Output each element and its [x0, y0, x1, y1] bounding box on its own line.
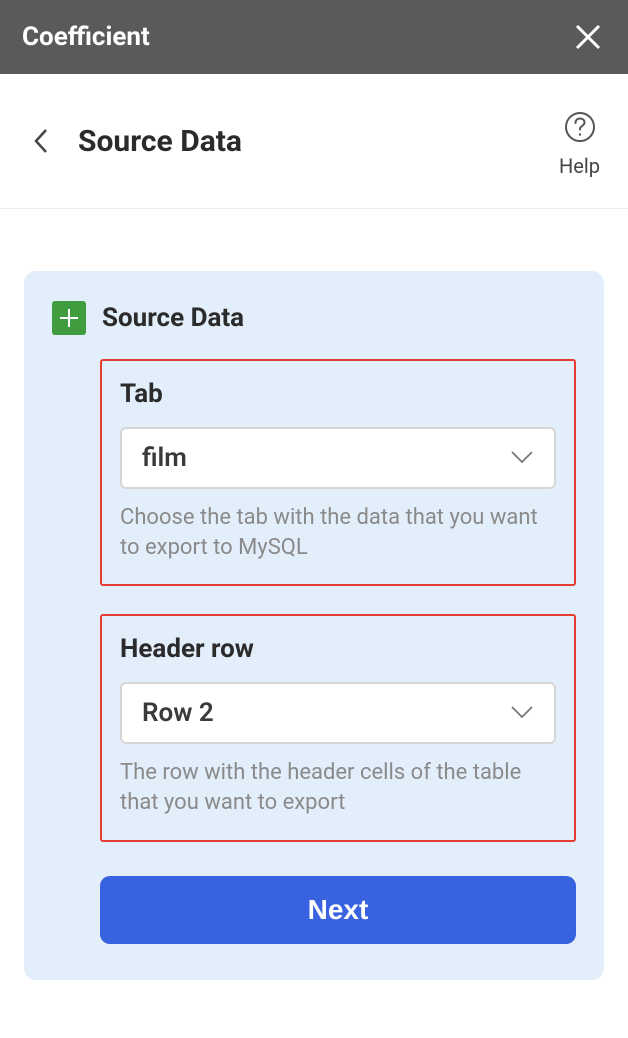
close-button[interactable]	[570, 19, 606, 55]
tab-field-group: Tab film Choose the tab with the data th…	[100, 359, 576, 586]
source-data-card: Source Data Tab film Choose the tab with…	[24, 271, 604, 980]
header-row-field-group: Header row Row 2 The row with the header…	[100, 614, 576, 841]
titlebar: Coefficient	[0, 0, 628, 74]
help-button[interactable]: Help	[559, 110, 600, 178]
close-icon	[574, 23, 602, 51]
app-name: Coefficient	[22, 22, 150, 52]
header-row-field-label: Header row	[120, 634, 556, 664]
chevron-down-icon	[510, 704, 534, 723]
tab-field-helper: Choose the tab with the data that you wa…	[120, 503, 556, 562]
spreadsheet-icon	[52, 301, 86, 335]
page-header-left: Source Data	[28, 124, 242, 159]
card-title: Source Data	[102, 303, 244, 333]
chevron-down-icon	[510, 449, 534, 468]
help-label: Help	[559, 154, 600, 178]
back-button[interactable]	[28, 128, 54, 154]
tab-select[interactable]: film	[120, 427, 556, 489]
next-button[interactable]: Next	[100, 876, 576, 944]
page-title: Source Data	[78, 124, 242, 159]
header-row-select[interactable]: Row 2	[120, 682, 556, 744]
header-row-field-helper: The row with the header cells of the tab…	[120, 758, 556, 817]
content-area: Source Data Tab film Choose the tab with…	[0, 209, 628, 980]
chevron-left-icon	[32, 127, 50, 155]
page-header: Source Data Help	[0, 74, 628, 209]
header-row-select-value: Row 2	[142, 698, 214, 728]
tab-field-label: Tab	[120, 379, 556, 409]
next-button-label: Next	[308, 894, 369, 926]
card-header: Source Data	[52, 301, 576, 335]
help-icon	[563, 110, 597, 148]
tab-select-value: film	[142, 443, 187, 473]
